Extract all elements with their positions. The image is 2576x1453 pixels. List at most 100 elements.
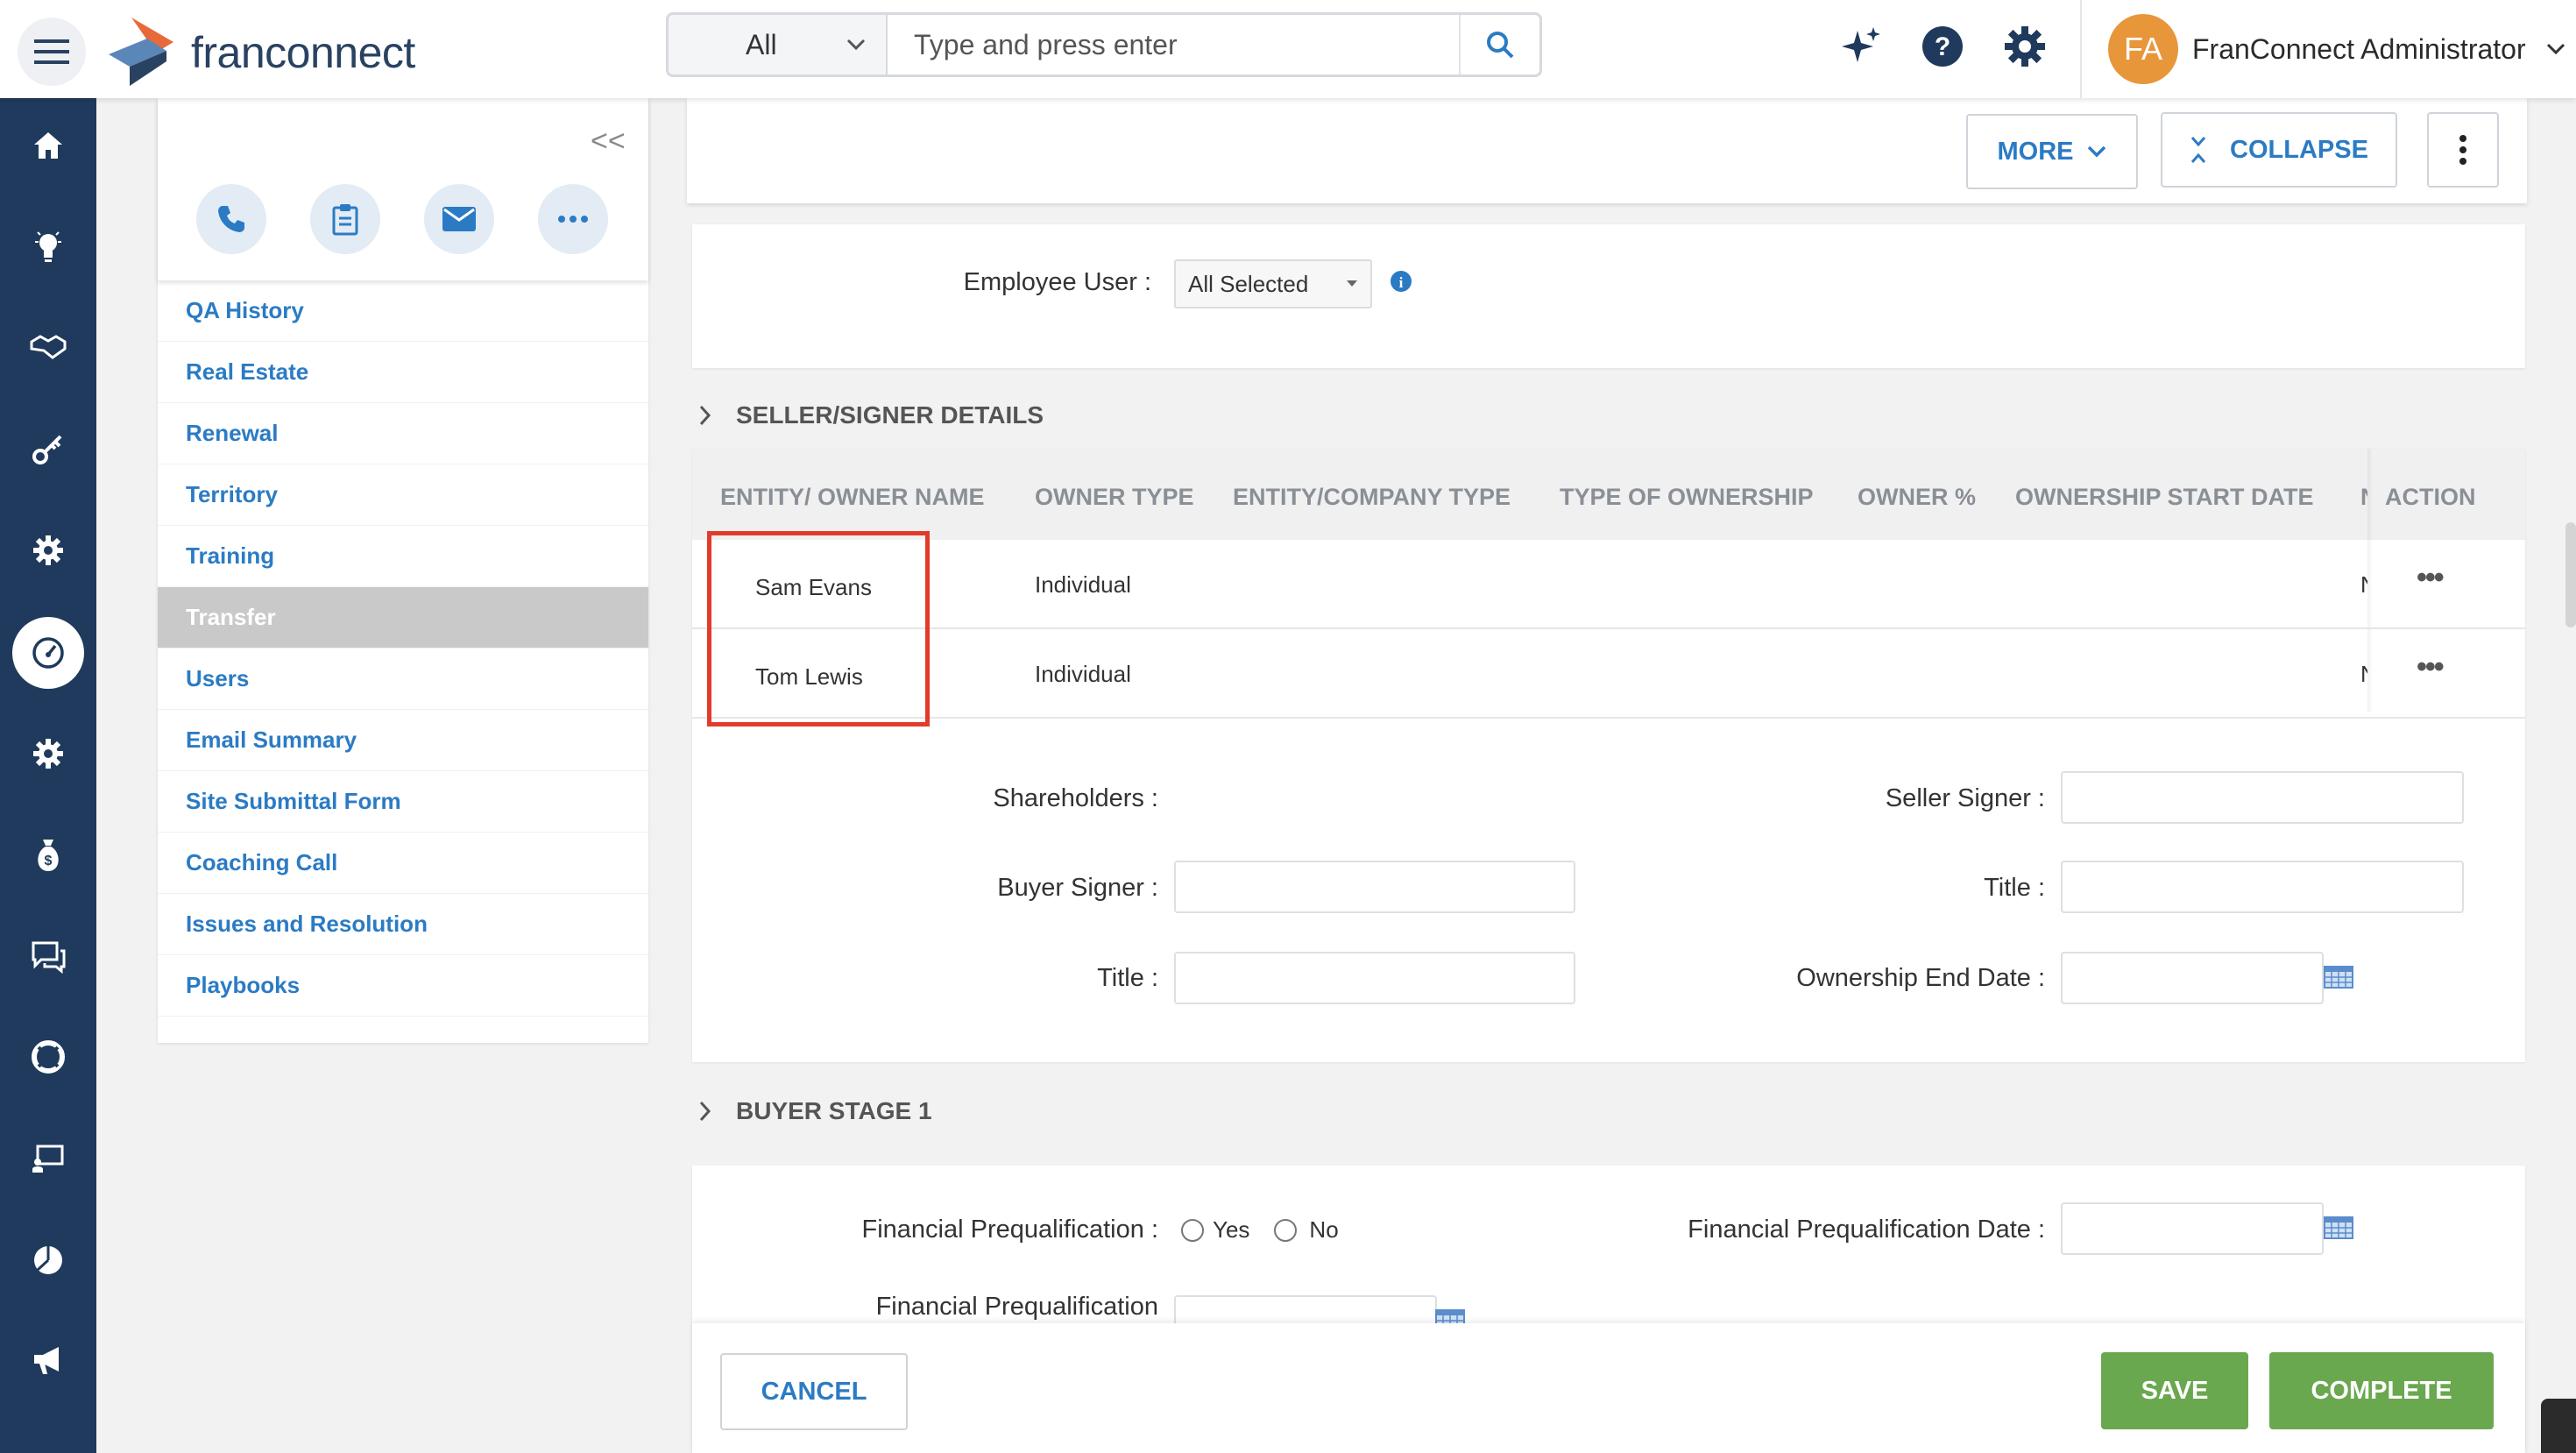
task-button[interactable] — [310, 184, 380, 254]
record-toolbar: MORE COLLAPSE — [687, 98, 2527, 203]
sidebar-nav: QA History Real Estate Renewal Territory… — [158, 280, 648, 1017]
logo[interactable]: franconnect — [105, 16, 415, 89]
employee-user-card: Employee User : All Selected i — [692, 224, 2525, 368]
user-menu[interactable]: FA FranConnect Administrator — [2080, 0, 2566, 98]
search-icon — [1487, 32, 1514, 59]
sidebar-item-renewal[interactable]: Renewal — [158, 403, 648, 464]
fin-prequal-date-input[interactable] — [2061, 1202, 2324, 1255]
money-bag-icon: $ — [38, 840, 59, 871]
calendar-icon[interactable] — [2324, 1216, 2353, 1239]
sidebar-item-users[interactable]: Users — [158, 649, 648, 710]
sidebar-item-site-submittal-form[interactable]: Site Submittal Form — [158, 771, 648, 833]
scrollbar-thumb[interactable] — [2565, 522, 2576, 627]
expand-widget[interactable] — [2541, 1399, 2576, 1453]
search-scope-value: All — [746, 28, 777, 60]
seller-signer-label: Seller Signer : — [1885, 784, 2045, 812]
search-button[interactable] — [1459, 15, 1539, 74]
kebab-menu-button[interactable] — [2427, 112, 2499, 188]
email-button[interactable] — [424, 184, 494, 254]
sidebar-item-transfer[interactable]: Transfer — [158, 587, 648, 649]
cancel-button[interactable]: CANCEL — [720, 1353, 908, 1430]
call-button[interactable] — [196, 184, 266, 254]
rail-training[interactable] — [0, 1123, 96, 1194]
sidebar-item-qa-history[interactable]: QA History — [158, 280, 648, 342]
row-actions-icon[interactable]: ••• — [2417, 650, 2445, 684]
save-button[interactable]: SAVE — [2101, 1352, 2248, 1429]
sidebar-item-email-summary[interactable]: Email Summary — [158, 710, 648, 771]
collapse-button[interactable]: COLLAPSE — [2161, 112, 2397, 188]
more-actions-button[interactable] — [538, 184, 608, 254]
search-input[interactable]: Type and press enter — [888, 15, 1459, 74]
buyer-section-header[interactable]: BUYER STAGE 1 — [697, 1097, 932, 1125]
rail-admin[interactable] — [0, 719, 96, 789]
buyer-title-input[interactable] — [1174, 952, 1575, 1004]
employee-user-select[interactable]: All Selected — [1174, 259, 1372, 308]
lifebuoy-icon — [32, 1040, 65, 1074]
info-icon[interactable]: i — [1390, 270, 1412, 293]
caret-down-icon — [1347, 280, 1357, 287]
chevron-down-icon — [2087, 145, 2105, 158]
quick-actions: << — [158, 98, 648, 280]
collapse-panel-icon[interactable]: << — [591, 124, 626, 159]
rail-support[interactable] — [0, 1022, 96, 1092]
col-owner-percent: OWNER % — [1858, 484, 1976, 510]
help-icon[interactable]: ? — [1921, 25, 1964, 68]
kebab-icon — [2459, 135, 2466, 165]
row-actions-icon[interactable]: ••• — [2417, 561, 2445, 595]
sidebar-item-issues-and-resolution[interactable]: Issues and Resolution — [158, 894, 648, 955]
key-icon — [32, 435, 62, 464]
rail-messages[interactable] — [0, 922, 96, 992]
row-divider — [692, 717, 2525, 719]
employee-user-label: Employee User : — [963, 268, 1151, 296]
menu-icon[interactable] — [18, 18, 86, 86]
buyer-signer-input[interactable] — [1174, 861, 1575, 913]
row-divider — [692, 627, 2525, 629]
sidebar-item-real-estate[interactable]: Real Estate — [158, 342, 648, 403]
svg-text:$: $ — [45, 854, 53, 868]
owner-type-cell: Individual — [1035, 661, 1131, 687]
svg-text:i: i — [1399, 274, 1404, 291]
seller-section-header[interactable]: SELLER/SIGNER DETAILS — [697, 401, 1044, 429]
megaphone-icon — [34, 1347, 59, 1374]
rail-keys[interactable] — [0, 414, 96, 484]
col-ownership-start-date: OWNERSHIP START DATE — [2015, 484, 2314, 510]
search-scope-select[interactable]: All — [669, 15, 888, 74]
complete-button[interactable]: COMPLETE — [2269, 1352, 2494, 1429]
more-button[interactable]: MORE — [1966, 114, 2138, 189]
yes-label: Yes — [1213, 1216, 1250, 1243]
fin-prequal-yes-radio[interactable] — [1181, 1218, 1204, 1242]
chevron-right-icon — [699, 405, 711, 426]
rail-dashboard[interactable] — [12, 617, 84, 689]
settings-icon[interactable] — [2003, 25, 2047, 68]
sparkle-icon[interactable] — [1840, 25, 1882, 67]
handshake-icon — [30, 335, 67, 359]
rail-deals[interactable] — [0, 312, 96, 382]
sidebar-item-territory[interactable]: Territory — [158, 464, 648, 526]
rail-home[interactable] — [0, 110, 96, 181]
highlight-box — [707, 531, 930, 726]
seller-signer-input[interactable] — [2061, 771, 2464, 824]
rail-finance[interactable]: $ — [0, 820, 96, 890]
sidebar-item-coaching-call[interactable]: Coaching Call — [158, 833, 648, 894]
ownership-end-date-input[interactable] — [2061, 952, 2324, 1004]
home-icon — [34, 132, 62, 159]
fin-prequal-partial-label: Financial Prequalification — [875, 1293, 1158, 1321]
mail-icon — [442, 207, 476, 231]
rail-settings[interactable] — [0, 515, 96, 585]
rail-reports[interactable] — [0, 1225, 96, 1295]
rail-ideas[interactable] — [0, 212, 96, 282]
global-search: All Type and press enter — [666, 12, 1542, 77]
chevron-down-icon — [846, 39, 866, 51]
col-truncated: N — [2360, 484, 2367, 511]
fin-prequal-radio-group: Yes No — [1181, 1216, 1339, 1244]
sidebar-item-training[interactable]: Training — [158, 526, 648, 587]
sidebar-item-playbooks[interactable]: Playbooks — [158, 955, 648, 1017]
sticky-column-shadow — [2367, 449, 2373, 712]
rail-announcements[interactable] — [0, 1325, 96, 1395]
clipboard-icon — [332, 204, 358, 236]
seller-title-input[interactable] — [2061, 861, 2464, 913]
seller-section-title: SELLER/SIGNER DETAILS — [736, 401, 1044, 429]
col-owner-type: OWNER TYPE — [1035, 484, 1194, 510]
fin-prequal-no-radio[interactable] — [1274, 1218, 1298, 1242]
calendar-icon[interactable] — [2324, 966, 2353, 989]
